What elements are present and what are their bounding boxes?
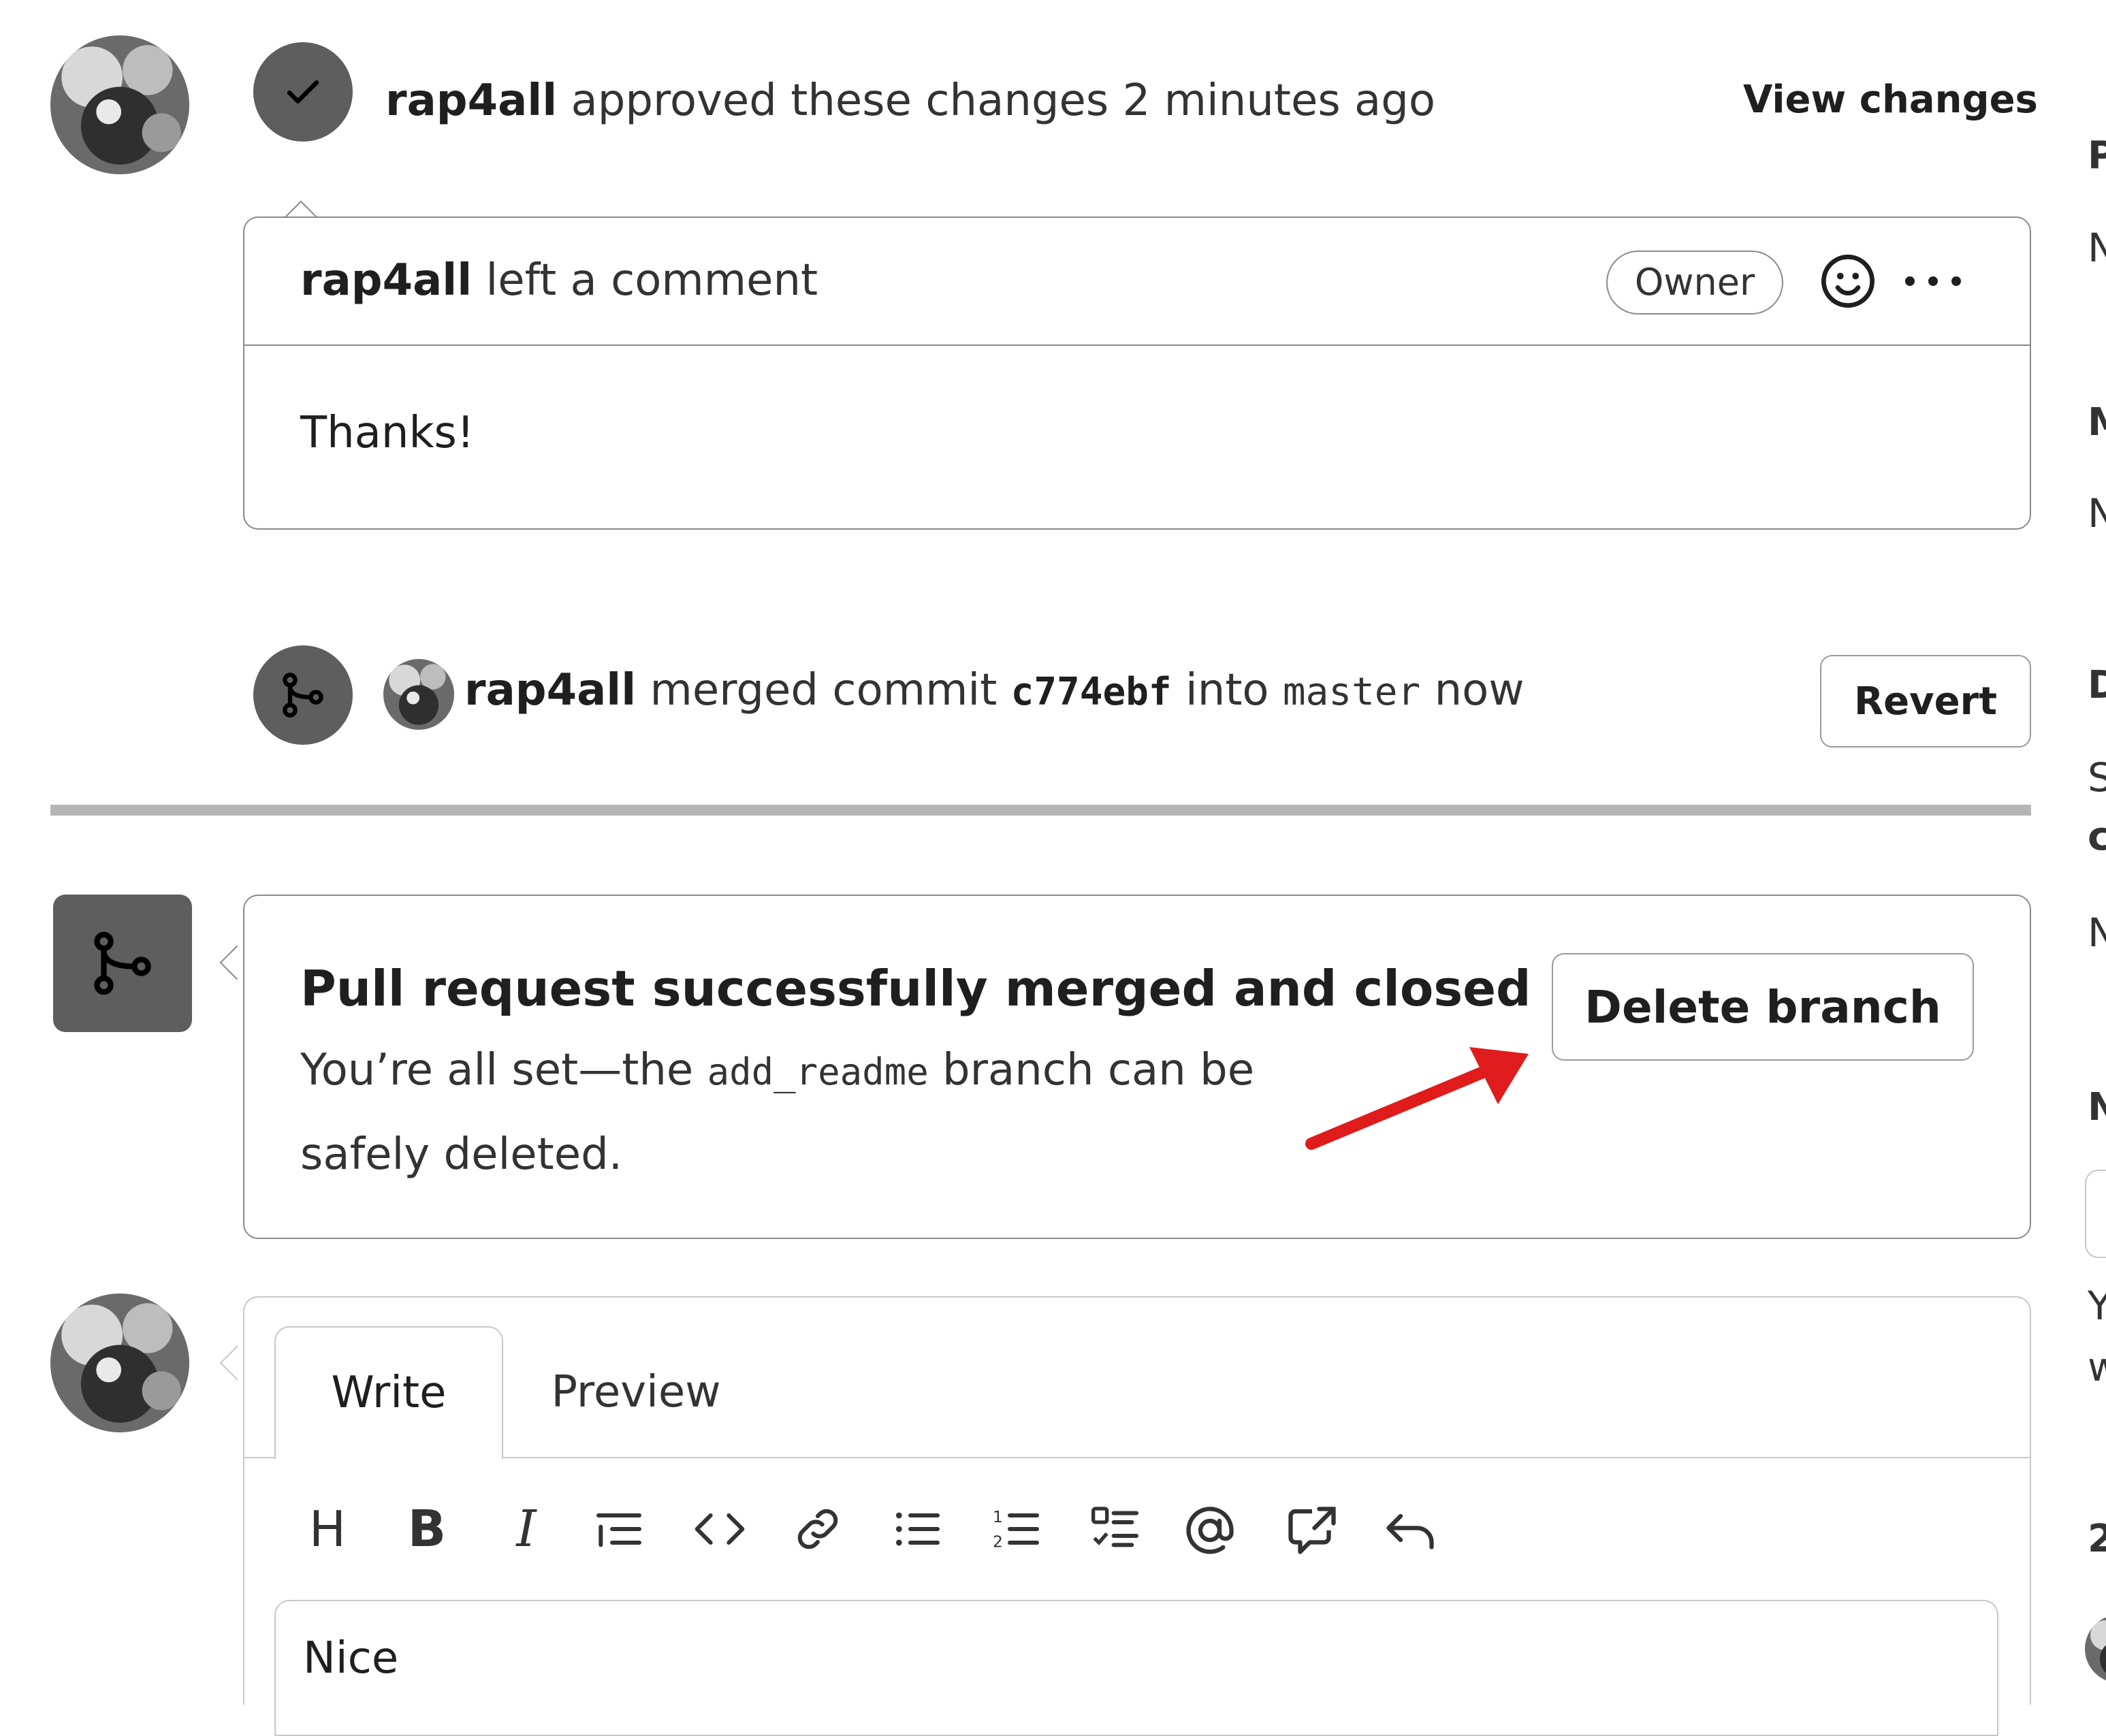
merged-desc-post: branch can be <box>942 1045 1255 1095</box>
merged-description-line1: You’re all set—the add_readme branch can… <box>300 1043 1254 1099</box>
comment-options-button[interactable] <box>1899 271 1967 291</box>
participant-avatar[interactable] <box>2085 1615 2106 1683</box>
merge-text: merged commit <box>650 665 998 716</box>
merge-user-avatar[interactable] <box>383 659 454 730</box>
sidebar-fragment: Y <box>2088 1283 2106 1329</box>
merged-status-badge <box>53 895 192 1032</box>
sidebar-fragment: w <box>2088 1344 2106 1390</box>
heading-label: H <box>308 1500 347 1558</box>
heading-icon[interactable]: H <box>299 1495 356 1563</box>
sidebar-fragment-text: M <box>2088 400 2106 445</box>
link-icon[interactable] <box>791 1502 845 1556</box>
sidebar-fragment-text: N <box>2088 910 2106 956</box>
sidebar-fragment-text: c <box>2088 813 2106 859</box>
bulleted-list-icon[interactable] <box>890 1502 944 1556</box>
sidebar-fragment-text: D <box>2088 663 2106 707</box>
tab-bar <box>244 1298 2030 1458</box>
commit-sha-link[interactable]: c774ebf <box>1011 670 1172 714</box>
sidebar-fragment-text: S <box>2088 754 2106 801</box>
task-list-icon[interactable] <box>1089 1502 1143 1556</box>
merge-event-badge <box>253 645 353 745</box>
annotation-arrow <box>1305 1047 1529 1150</box>
comment-box: rap4all left a comment Owner Thanks! <box>243 216 2031 530</box>
mention-icon[interactable] <box>1181 1502 1239 1559</box>
comment-author-line: rap4all left a comment <box>300 253 818 308</box>
sidebar-fragment-text: N <box>2088 225 2106 271</box>
add-reaction-button[interactable] <box>1817 251 1879 312</box>
sidebar-fragment: N <box>2088 490 2106 536</box>
git-merge-icon <box>283 673 323 718</box>
revert-button[interactable]: Revert <box>1820 655 2031 748</box>
tab-write-label: Write <box>331 1368 447 1418</box>
merged-box: Pull request successfully merged and clo… <box>243 895 2031 1239</box>
sidebar-fragment: N <box>2088 225 2106 271</box>
editor-box: Write Preview H B I 12 Nice <box>243 1296 2031 1736</box>
code-icon[interactable] <box>691 1502 748 1556</box>
merged-title: Pull request successfully merged and clo… <box>300 960 1531 1017</box>
sidebar-fragment-text: N <box>2088 1085 2106 1129</box>
sidebar-fragment-text: N <box>2088 490 2106 536</box>
cross-reference-icon[interactable] <box>1283 1502 1341 1559</box>
owner-badge: Owner <box>1606 251 1783 315</box>
git-merge-icon <box>94 931 151 995</box>
svg-text:2: 2 <box>993 1532 1003 1552</box>
markdown-toolbar: H B I 12 <box>299 1495 1729 1563</box>
current-user-avatar <box>50 1293 189 1432</box>
merge-into-text: into <box>1185 665 1269 716</box>
sidebar-fragment-text: P <box>2088 133 2106 178</box>
comment-textarea-text: Nice <box>303 1633 399 1684</box>
review-user-link[interactable]: rap4all <box>385 76 557 126</box>
check-icon <box>287 80 319 103</box>
review-action-text: approved these changes 2 minutes ago <box>571 76 1436 126</box>
sidebar-fragment: S <box>2088 754 2106 801</box>
sidebar-fragment: N <box>2088 1085 2106 1129</box>
comment-textarea[interactable]: Nice <box>274 1600 1998 1736</box>
tab-write[interactable]: Write <box>274 1326 503 1460</box>
comment-action-text: left a comment <box>485 255 818 306</box>
bold-icon[interactable]: B <box>398 1495 456 1563</box>
target-branch[interactable]: master <box>1283 670 1420 714</box>
kebab-horizontal-icon <box>1905 276 1961 286</box>
merge-event-line: rap4all merged commit c774ebf into maste… <box>464 663 1525 720</box>
sidebar-input-edge[interactable] <box>2085 1170 2106 1258</box>
italic-icon[interactable]: I <box>498 1495 555 1563</box>
merge-user-link[interactable]: rap4all <box>464 665 636 716</box>
sidebar-fragment: c <box>2088 813 2106 859</box>
sidebar-fragment: N <box>2088 910 2106 956</box>
delete-branch-button[interactable]: Delete branch <box>1552 953 1974 1061</box>
smiley-icon <box>1821 255 1874 308</box>
comment-user-link[interactable]: rap4all <box>300 255 472 306</box>
sidebar-fragment: M <box>2088 400 2106 445</box>
comment-body: Thanks! <box>300 408 475 458</box>
bold-label: B <box>407 1500 447 1558</box>
comment-header: rap4all left a comment Owner <box>244 218 2030 346</box>
sidebar-fragment: D <box>2088 663 2106 707</box>
merged-desc-pre: You’re all set—the <box>300 1045 694 1095</box>
timeline-divider <box>50 805 2031 816</box>
source-branch[interactable]: add_readme <box>707 1050 929 1093</box>
tab-preview-label: Preview <box>551 1367 721 1417</box>
svg-text:1: 1 <box>993 1507 1003 1526</box>
avatar[interactable] <box>50 35 189 174</box>
undo-icon[interactable] <box>1382 1502 1439 1559</box>
merge-time: now <box>1434 665 1525 716</box>
sidebar-fragment-text: Y <box>2088 1283 2106 1329</box>
review-line: rap4all approved these changes 2 minutes… <box>385 74 1435 128</box>
sidebar-fragment-text: 2 <box>2088 1517 2106 1561</box>
quote-icon[interactable] <box>592 1502 646 1556</box>
italic-label: I <box>516 1500 537 1558</box>
sidebar-fragment: 2 <box>2088 1517 2106 1561</box>
sidebar-fragment-text: w <box>2088 1344 2106 1390</box>
numbered-list-icon[interactable]: 12 <box>989 1502 1044 1556</box>
tab-preview[interactable]: Preview <box>524 1326 748 1458</box>
merged-description-line2: safely deleted. <box>300 1129 623 1180</box>
sidebar-fragment: P <box>2088 133 2106 178</box>
view-changes-button[interactable]: View changes <box>1743 76 2038 124</box>
approved-check-badge <box>253 42 353 142</box>
